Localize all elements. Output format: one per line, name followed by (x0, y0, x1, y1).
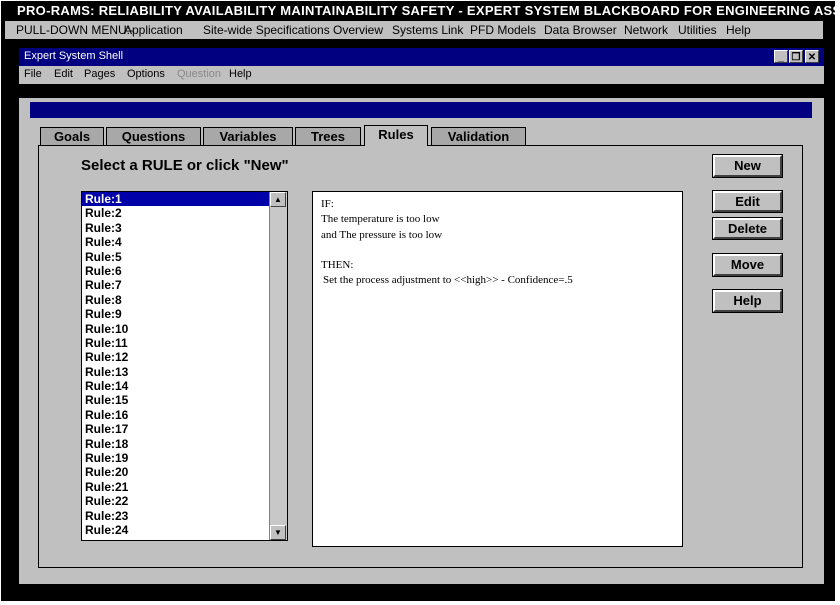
scroll-down-icon[interactable]: ▼ (270, 525, 286, 540)
rule-list-item[interactable]: Rule:15 (82, 393, 287, 407)
scroll-up-icon[interactable]: ▲ (270, 192, 286, 207)
rule-list-item[interactable]: Rule:23 (82, 509, 287, 523)
rule-list-item[interactable]: Rule:6 (82, 264, 287, 278)
rule-list-item[interactable]: Rule:9 (82, 307, 287, 321)
new-button[interactable]: New (712, 154, 783, 178)
minimize-button[interactable]: _ (774, 50, 788, 63)
move-button[interactable]: Move (712, 253, 783, 277)
tab-trees[interactable]: Trees (295, 127, 361, 145)
rule-condition: The temperature is too low (321, 213, 440, 225)
close-button[interactable]: ✕ (805, 50, 819, 63)
menu-overview[interactable]: Overview (333, 23, 383, 37)
rule-list-item[interactable]: Rule:16 (82, 408, 287, 422)
list-scrollbar[interactable]: ▲ ▼ (269, 192, 287, 540)
app-menubar: PULL-DOWN MENU:- Application Site-wide S… (5, 21, 823, 39)
rule-list-item[interactable]: Rule:7 (82, 278, 287, 292)
rules-list-rows: Rule:1 Rule:2 Rule:3 Rule:4 Rule:5 Rule:6 Rule… (82, 192, 287, 537)
expert-system-shell-window: Expert System Shell _ ❐ ✕ File Edit Page… (19, 48, 824, 584)
toolbar-band (19, 84, 824, 98)
rule-list-item[interactable]: Rule:24 (82, 523, 287, 537)
rule-if-label: IF: (321, 198, 334, 210)
menu-network[interactable]: Network (624, 23, 668, 37)
rule-list-item[interactable]: Rule:19 (82, 451, 287, 465)
rule-list-item[interactable]: Rule:4 (82, 235, 287, 249)
app-title: PRO-RAMS: RELIABILITY AVAILABILITY MAINT… (17, 3, 840, 18)
status-bar (30, 102, 812, 118)
shell-menu-pages[interactable]: Pages (84, 68, 115, 80)
rule-action: Set the process adjustment to <<high>> -… (323, 274, 573, 286)
tab-questions[interactable]: Questions (106, 127, 201, 145)
rule-list-item[interactable]: Rule:8 (82, 293, 287, 307)
rule-list-item[interactable]: Rule:12 (82, 350, 287, 364)
menu-site-wide-specifications[interactable]: Site-wide Specifications (203, 23, 330, 37)
shell-menu-file[interactable]: File (24, 68, 42, 80)
tab-variables[interactable]: Variables (203, 127, 293, 145)
rule-condition: and The pressure is too low (321, 229, 443, 241)
shell-titlebar: Expert System Shell _ ❐ ✕ (19, 48, 824, 66)
menu-utilities[interactable]: Utilities (678, 23, 717, 37)
shell-title: Expert System Shell (24, 50, 124, 62)
rule-list-item[interactable]: Rule:20 (82, 465, 287, 479)
rule-list-item[interactable]: Rule:14 (82, 379, 287, 393)
page-heading: Select a RULE or click "New" (81, 157, 289, 174)
shell-menu-options[interactable]: Options (127, 68, 165, 80)
delete-button[interactable]: Delete (712, 217, 783, 240)
shell-menubar: File Edit Pages Options Question Help (19, 66, 824, 84)
menu-systems-link[interactable]: Systems Link (392, 23, 463, 37)
menu-help[interactable]: Help (726, 23, 751, 37)
rule-list-item[interactable]: Rule:2 (82, 206, 287, 220)
tab-goals[interactable]: Goals (40, 127, 104, 145)
rules-listbox[interactable]: Rule:1 Rule:2 Rule:3 Rule:4 Rule:5 Rule:6 Rule… (81, 191, 288, 541)
shell-menu-question: Question (177, 68, 222, 80)
shell-menu-edit[interactable]: Edit (54, 68, 73, 80)
rule-list-item[interactable]: Rule:13 (82, 365, 287, 379)
menu-application[interactable]: Application (124, 23, 183, 37)
rule-list-item[interactable]: Rule:21 (82, 480, 287, 494)
rule-list-item[interactable]: Rule:1 (82, 192, 269, 207)
help-button[interactable]: Help (712, 289, 783, 313)
menu-pfd-models[interactable]: PFD Models (470, 23, 536, 37)
tab-validation[interactable]: Validation (431, 127, 526, 145)
rule-list-item[interactable]: Rule:18 (82, 437, 287, 451)
rule-list-item[interactable]: Rule:3 (82, 221, 287, 235)
rule-list-item[interactable]: Rule:22 (82, 494, 287, 508)
edit-button[interactable]: Edit (712, 190, 783, 213)
rule-list-item[interactable]: Rule:10 (82, 322, 287, 336)
restore-button[interactable]: ❐ (789, 50, 803, 63)
rule-then-label: THEN: (321, 259, 354, 271)
rule-list-item[interactable]: Rule:17 (82, 422, 287, 436)
menu-data-browser[interactable]: Data Browser (544, 23, 617, 37)
rule-detail-box[interactable]: IF: The temperature is too low and The p… (312, 191, 683, 547)
shell-menu-help[interactable]: Help (229, 68, 252, 80)
tab-rules[interactable]: Rules (364, 125, 428, 146)
rule-list-item[interactable]: Rule:11 (82, 336, 287, 350)
app-window: PRO-RAMS: RELIABILITY AVAILABILITY MAINT… (1, 1, 840, 601)
menu-prefix-label: PULL-DOWN MENU:- (16, 23, 135, 37)
rule-list-item[interactable]: Rule:5 (82, 250, 287, 264)
